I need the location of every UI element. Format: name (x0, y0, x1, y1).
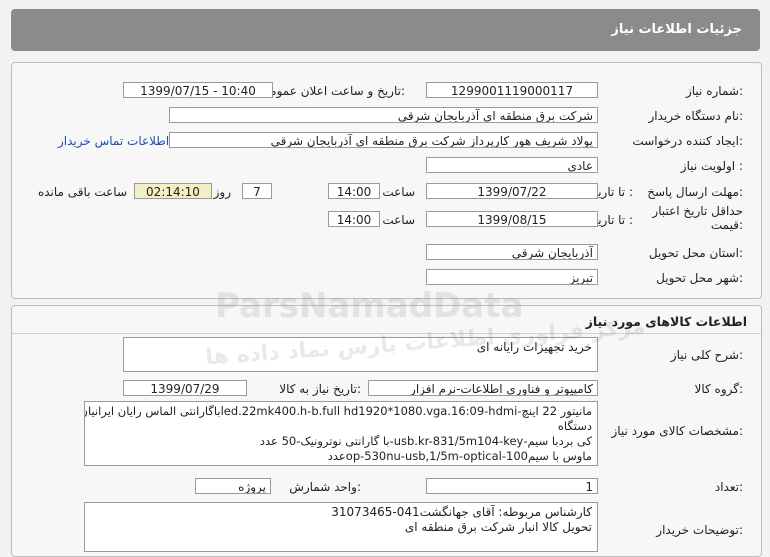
general-desc-field: خرید تجهیزات رایانه ای (123, 337, 598, 372)
page-title: جزئیات اطلاعات نیاز (611, 22, 742, 37)
priority-label: اولویت نیاز : (680, 159, 743, 173)
need-number-field: 1299001119000117 (426, 82, 598, 98)
request-creator-field: پولاد شریف هور کارپرداز شرکت برق منطقه ا… (169, 132, 598, 148)
price-validity-label: حداقل تاریخ اعتبار قیمت: (652, 204, 743, 232)
goods-section-title: اطلاعات کالاهای مورد نیاز (585, 314, 747, 329)
specs-line: دستگاه (557, 419, 592, 433)
delivery-city-label: شهر محل تحویل: (656, 271, 743, 285)
response-deadline-date: 1399/07/22 (426, 183, 598, 199)
specs-line: مانیتور 22 اینچ-led.22mk400.h-b.full hd1… (85, 404, 592, 418)
request-creator-label: ایجاد کننده درخواست: (632, 134, 743, 148)
remaining-time-field: 02:14:10 (134, 183, 212, 199)
page-header: جزئیات اطلاعات نیاز (11, 9, 760, 51)
validity-time-label: ساعت (382, 213, 415, 227)
response-time-label: ساعت (382, 185, 415, 199)
response-deadline-label: مهلت ارسال پاسخ: (647, 185, 743, 199)
unit-label: واحد شمارش: (289, 480, 361, 494)
specs-line: کی بردبا سیم-usb.kr-831/5m104-key-با گار… (259, 434, 592, 448)
remaining-days-field: 7 (242, 183, 272, 199)
goods-group-label: گروه کالا: (694, 382, 744, 396)
quantity-label: تعداد: (714, 480, 743, 494)
need-number-label: شماره نیاز: (685, 84, 743, 98)
general-desc-label: شرح کلی نیاز: (670, 348, 743, 362)
delivery-city-field: تبریز (426, 269, 598, 285)
delivery-province-label: استان محل تحویل: (648, 246, 743, 260)
notes-line: کارشناس مربوطه: آقای جهانگشت041-31073465 (331, 505, 592, 519)
need-date-label: تاریخ نیاز به کالا: (279, 382, 361, 396)
delivery-province-field: آذربایجان شرقی (426, 244, 598, 260)
specs-field: مانیتور 22 اینچ-led.22mk400.h-b.full hd1… (84, 401, 598, 466)
goods-info-panel: اطلاعات کالاهای مورد نیاز شرح کلی نیاز: … (11, 305, 762, 557)
quantity-field: 1 (426, 478, 598, 494)
goods-group-field: کامپیوتر و فناوری اطلاعات-نرم افزار (368, 380, 598, 396)
specs-line: ماوس با سیمop-530nu-usb,1/5m-optical-100… (327, 449, 592, 463)
price-validity-time: 14:00 (328, 211, 380, 227)
response-deadline-time: 14:00 (328, 183, 380, 199)
price-validity-date: 1399/08/15 (426, 211, 598, 227)
notes-line: تحویل کالا انبار شرکت برق منطقه ای (404, 520, 592, 534)
buyer-org-field: شرکت برق منطقه ای آذربایجان شرقی (169, 107, 598, 123)
buyer-notes-label: توضیحات خریدار: (656, 523, 743, 537)
priority-field: عادی (426, 157, 598, 173)
buyer-contact-link[interactable]: اطلاعات تماس خریدار (58, 134, 169, 148)
announce-date-field: 1399/07/15 - 10:40 (123, 82, 273, 98)
buyer-org-label: نام دستگاه خریدار: (648, 109, 744, 123)
need-details-panel: شماره نیاز: 1299001119000117 تاریخ و ساع… (11, 62, 762, 299)
remaining-time-label: ساعت باقی مانده (37, 185, 127, 199)
specs-label: مشخصات کالای مورد نیاز: (611, 424, 743, 438)
need-date-field: 1399/07/29 (123, 380, 247, 396)
announce-date-label: تاریخ و ساعت اعلان عمومی: (260, 84, 405, 98)
unit-field: پروژه (195, 478, 271, 494)
section-divider (12, 333, 761, 334)
